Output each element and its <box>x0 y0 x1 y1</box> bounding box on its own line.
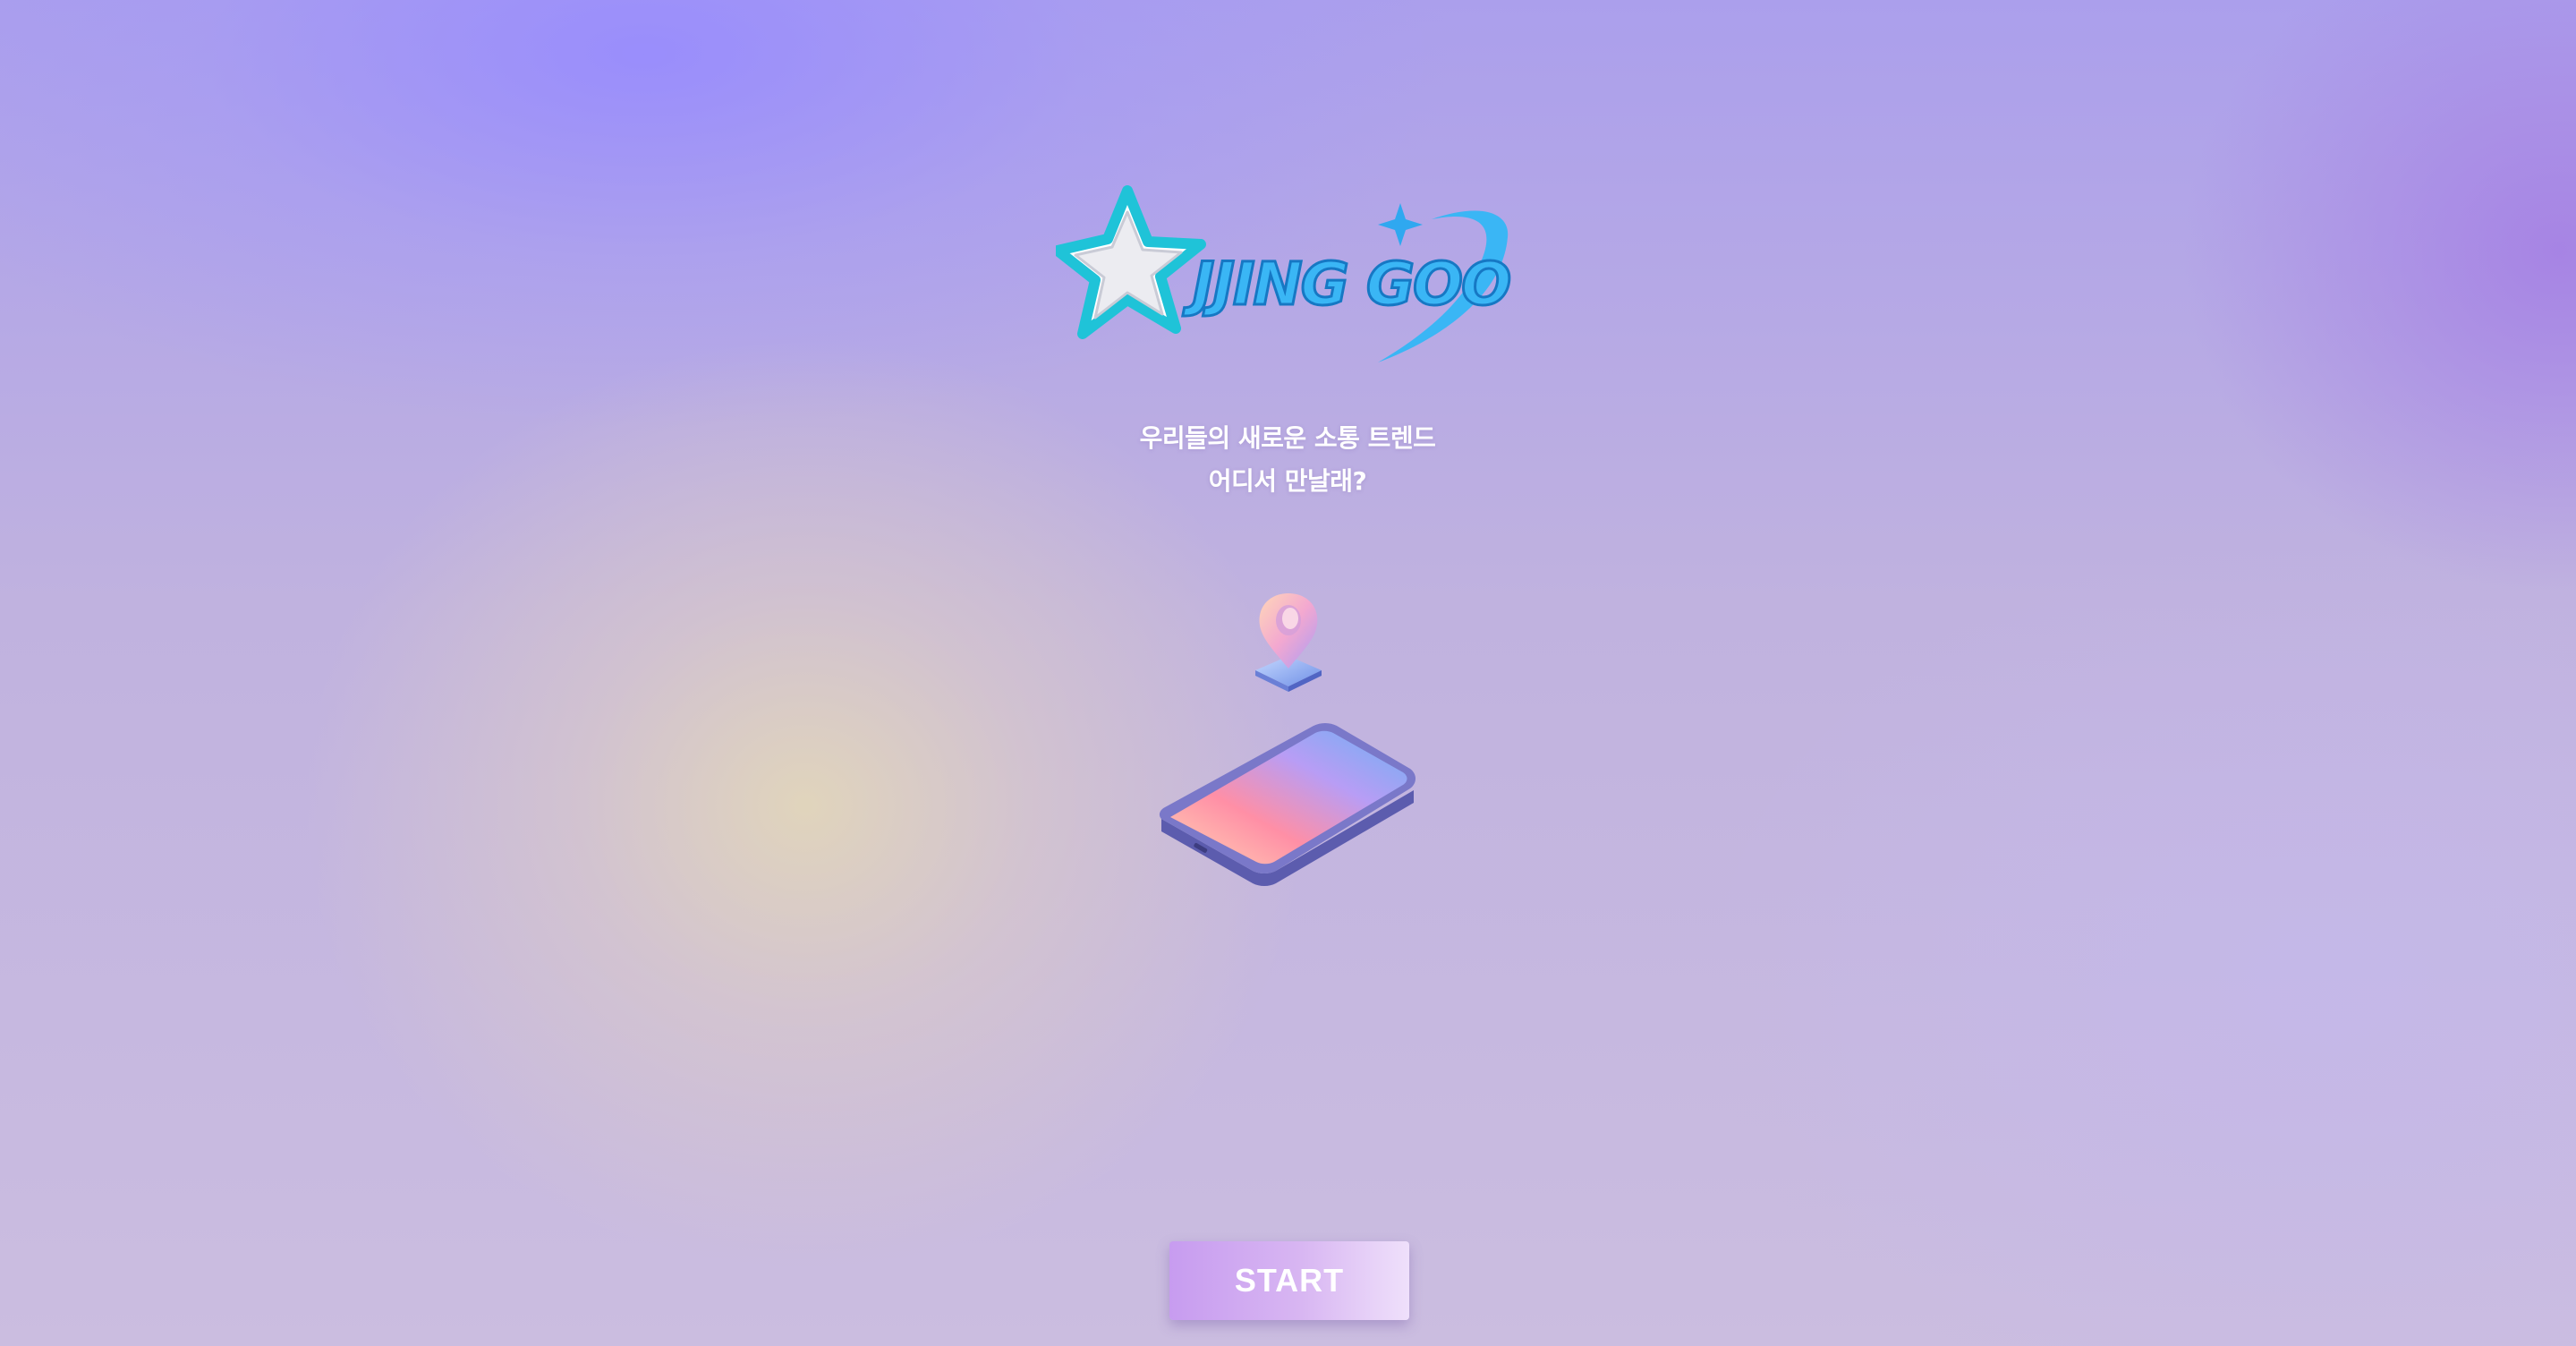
star-icon <box>1056 185 1206 339</box>
tagline-line-2: 어디서 만날래? <box>1208 466 1367 496</box>
sparkle-icon <box>1378 203 1423 246</box>
location-pin-icon <box>1255 593 1322 692</box>
smartphone-icon <box>1159 723 1416 886</box>
tagline-line-1: 우리들의 새로운 소통 트렌드 <box>1139 423 1436 453</box>
app-logo: JJING GOO <box>1056 185 1513 362</box>
logo-wordmark: JJING GOO <box>1183 250 1509 319</box>
tagline: 우리들의 새로운 소통 트렌드 어디서 만날래? <box>930 417 1645 503</box>
start-button[interactable]: START <box>1169 1241 1409 1320</box>
